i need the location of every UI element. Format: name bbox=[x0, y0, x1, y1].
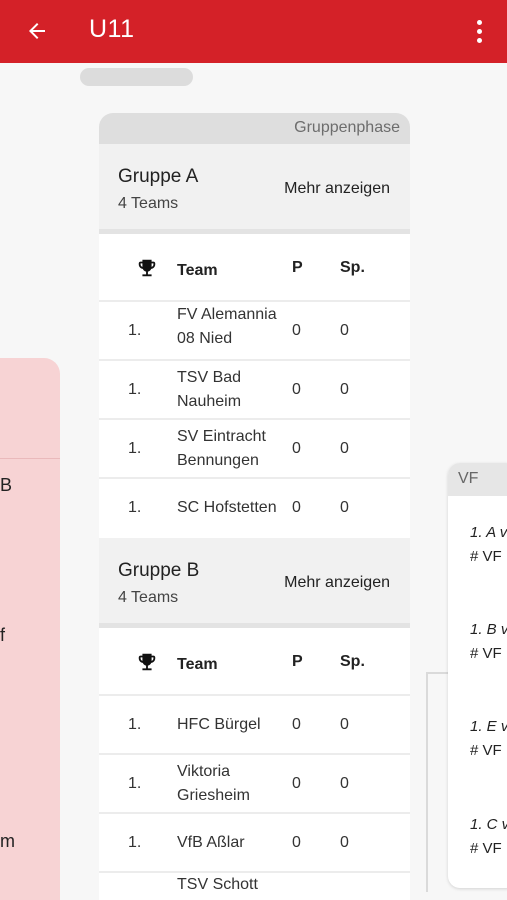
table-row[interactable]: 1. FV Alemannia 08 Nied 0 0 bbox=[99, 302, 410, 361]
match-title: 1. A v bbox=[470, 524, 507, 541]
phase-header: VF bbox=[448, 463, 507, 496]
group-name: Gruppe B bbox=[118, 560, 200, 581]
rank: 1. bbox=[128, 440, 142, 457]
phase-label: VF bbox=[458, 470, 479, 487]
rank: 1. bbox=[128, 716, 142, 733]
group-header-a: Gruppe A 4 Teams Mehr anzeigen bbox=[99, 144, 410, 234]
show-more-button[interactable]: Mehr anzeigen bbox=[284, 574, 390, 592]
table-row[interactable]: 1. TSV Bad Nauheim 0 0 bbox=[99, 361, 410, 420]
app-bar: U11 bbox=[0, 0, 507, 63]
match-title: 1. B v bbox=[470, 621, 507, 638]
games: 0 bbox=[340, 834, 349, 851]
games: 0 bbox=[340, 440, 349, 457]
team-name: SC Hofstetten bbox=[177, 498, 277, 516]
column-points: P bbox=[292, 653, 303, 670]
table-row[interactable]: TSV Schott bbox=[99, 873, 410, 900]
points: 0 bbox=[292, 834, 301, 851]
match-subtitle: # VF bbox=[470, 742, 502, 759]
match-subtitle: # VF bbox=[470, 840, 502, 857]
team-name: SV Eintracht Bennungen bbox=[177, 427, 266, 469]
team-name: TSV Schott bbox=[177, 876, 258, 893]
table-header: Team P Sp. bbox=[99, 234, 410, 302]
column-games: Sp. bbox=[340, 259, 365, 276]
match-subtitle: # VF bbox=[470, 548, 502, 565]
table-row[interactable]: 1. SV Eintracht Bennungen 0 0 bbox=[99, 420, 410, 479]
points: 0 bbox=[292, 716, 301, 733]
phase-label: Gruppenphase bbox=[294, 119, 400, 136]
column-team: Team bbox=[177, 656, 218, 673]
match-item[interactable]: 1. A v # VF bbox=[470, 524, 507, 572]
points: 0 bbox=[292, 381, 301, 398]
page-title: U11 bbox=[89, 15, 135, 43]
group-phase-card: Gruppenphase Gruppe A 4 Teams Mehr anzei… bbox=[99, 113, 410, 900]
team-name: HFC Bürgel bbox=[177, 715, 261, 733]
fragment-text: f bbox=[0, 625, 6, 645]
team-name: TSV Bad Nauheim bbox=[177, 368, 242, 410]
table-row[interactable]: 1. VfB Aßlar 0 0 bbox=[99, 814, 410, 873]
points: 0 bbox=[292, 440, 301, 457]
trophy-icon bbox=[138, 259, 156, 277]
games: 0 bbox=[340, 322, 349, 339]
points: 0 bbox=[292, 322, 301, 339]
table-row[interactable]: 1. Viktoria Griesheim 0 0 bbox=[99, 755, 410, 814]
match-item[interactable]: 1. E v # VF bbox=[470, 718, 507, 766]
match-item[interactable]: 1. B v # VF bbox=[470, 621, 507, 669]
match-item[interactable]: 1. C v # VF bbox=[470, 816, 507, 864]
group-team-count: 4 Teams bbox=[118, 195, 179, 212]
games: 0 bbox=[340, 499, 349, 516]
fragment-text: m bbox=[0, 831, 15, 851]
rank: 1. bbox=[128, 775, 142, 792]
points: 0 bbox=[292, 775, 301, 792]
scroll-indicator bbox=[80, 68, 193, 86]
table-row[interactable]: 1. HFC Bürgel 0 0 bbox=[99, 696, 410, 755]
team-name: FV Alemannia 08 Nied bbox=[177, 306, 277, 347]
team-name: Viktoria Griesheim bbox=[177, 762, 250, 804]
table-row[interactable]: 1. SC Hofstetten 0 0 bbox=[99, 479, 410, 538]
match-subtitle: # VF bbox=[470, 645, 502, 662]
games: 0 bbox=[340, 381, 349, 398]
fragment-text: B bbox=[0, 475, 13, 495]
match-title: 1. E v bbox=[470, 718, 507, 735]
rank: 1. bbox=[128, 834, 142, 851]
group-header-b: Gruppe B 4 Teams Mehr anzeigen bbox=[99, 538, 410, 628]
column-team: Team bbox=[177, 262, 218, 279]
arrow-back-icon[interactable] bbox=[22, 16, 52, 46]
more-vert-icon[interactable] bbox=[469, 16, 489, 46]
column-games: Sp. bbox=[340, 653, 365, 670]
match-title: 1. C v bbox=[470, 816, 507, 833]
show-more-button[interactable]: Mehr anzeigen bbox=[284, 180, 390, 198]
divider bbox=[0, 458, 60, 459]
games: 0 bbox=[340, 775, 349, 792]
points: 0 bbox=[292, 499, 301, 516]
trophy-icon bbox=[138, 653, 156, 671]
rank: 1. bbox=[128, 322, 142, 339]
column-points: P bbox=[292, 259, 303, 276]
table-header: Team P Sp. bbox=[99, 628, 410, 696]
previous-phase-card[interactable]: B f m bbox=[0, 358, 60, 900]
group-team-count: 4 Teams bbox=[118, 589, 179, 606]
games: 0 bbox=[340, 716, 349, 733]
rank: 1. bbox=[128, 381, 142, 398]
phase-header: Gruppenphase bbox=[99, 113, 410, 144]
team-name: VfB Aßlar bbox=[177, 833, 245, 851]
group-name: Gruppe A bbox=[118, 166, 199, 187]
quarterfinal-card[interactable]: VF 1. A v # VF 1. B v # VF 1. E v # VF 1… bbox=[448, 463, 507, 888]
rank: 1. bbox=[128, 499, 142, 516]
